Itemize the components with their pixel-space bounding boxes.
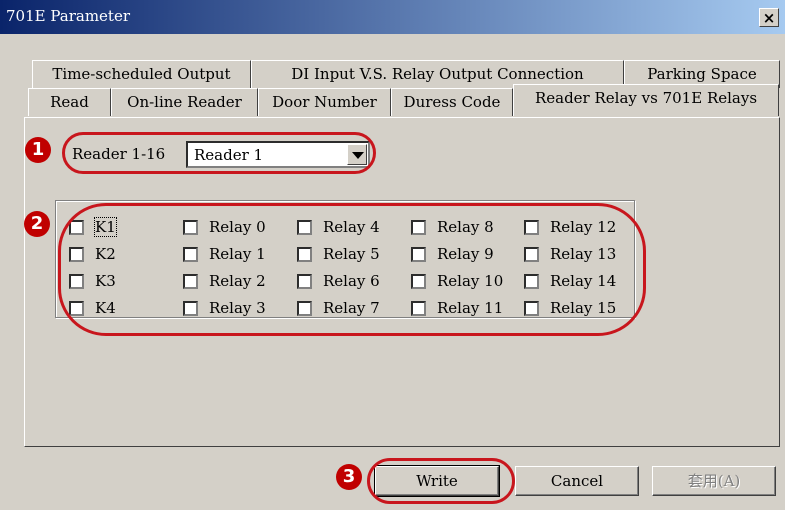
checkbox-k4[interactable]: K4 — [69, 299, 116, 317]
close-button[interactable]: × — [759, 8, 779, 27]
tab-reader-relay-vs-701e-relays[interactable]: Reader Relay vs 701E Relays — [513, 84, 779, 116]
checkbox-k1[interactable]: K1 — [69, 217, 117, 237]
marker-2: 2 — [24, 211, 50, 237]
checkbox-box[interactable] — [183, 300, 198, 316]
chevron-down-icon[interactable] — [347, 144, 367, 165]
checkbox-label: Relay 10 — [437, 272, 504, 290]
checkbox-box[interactable] — [411, 300, 426, 316]
checkbox-label: Relay 12 — [550, 218, 617, 236]
reader-selected-value: Reader 1 — [194, 146, 264, 164]
checkbox-label: Relay 0 — [209, 218, 266, 236]
checkbox-label: Relay 14 — [550, 272, 617, 290]
checkbox-box[interactable] — [411, 273, 426, 289]
checkbox-label: K1 — [94, 217, 117, 237]
checkbox-label: K3 — [95, 272, 116, 290]
tab-door-number[interactable]: Door Number — [258, 88, 391, 116]
checkbox-label: Relay 1 — [209, 245, 266, 263]
checkbox-box[interactable] — [297, 246, 312, 262]
marker-3: 3 — [336, 464, 362, 490]
tab-label: Parking Space — [647, 65, 757, 83]
checkbox-box[interactable] — [524, 300, 539, 316]
checkbox-k3[interactable]: K3 — [69, 272, 116, 290]
checkbox-relay-2[interactable]: Relay 2 — [183, 272, 266, 290]
checkbox-relay-11[interactable]: Relay 11 — [411, 299, 503, 317]
checkbox-box[interactable] — [69, 273, 84, 289]
checkbox-relay-6[interactable]: Relay 6 — [297, 272, 380, 290]
tab-read[interactable]: Read — [28, 88, 111, 116]
reader-select[interactable]: Reader 1 — [186, 141, 370, 168]
checkbox-box[interactable] — [297, 300, 312, 316]
checkbox-box[interactable] — [411, 246, 426, 262]
checkbox-relay-5[interactable]: Relay 5 — [297, 245, 380, 263]
checkbox-relay-9[interactable]: Relay 9 — [411, 245, 494, 263]
checkbox-k2[interactable]: K2 — [69, 245, 116, 263]
checkbox-relay-13[interactable]: Relay 13 — [524, 245, 616, 263]
tab-label: Time-scheduled Output — [52, 65, 231, 83]
window-title: 701E Parameter — [6, 7, 130, 25]
checkbox-box[interactable] — [69, 246, 84, 262]
checkbox-relay-12[interactable]: Relay 12 — [524, 218, 616, 236]
tab-label: Read — [50, 93, 89, 111]
checkbox-label: Relay 11 — [437, 299, 504, 317]
checkbox-box[interactable] — [297, 219, 312, 235]
checkbox-label: Relay 2 — [209, 272, 266, 290]
checkbox-relay-10[interactable]: Relay 10 — [411, 272, 503, 290]
checkbox-relay-7[interactable]: Relay 7 — [297, 299, 380, 317]
checkbox-relay-14[interactable]: Relay 14 — [524, 272, 616, 290]
checkbox-label: Relay 15 — [550, 299, 617, 317]
checkbox-box[interactable] — [297, 273, 312, 289]
checkbox-box[interactable] — [69, 300, 84, 316]
checkbox-label: Relay 9 — [437, 245, 494, 263]
cancel-button[interactable]: Cancel — [515, 466, 639, 496]
checkbox-label: Relay 8 — [437, 218, 494, 236]
marker-1: 1 — [25, 137, 51, 163]
checkbox-relay-4[interactable]: Relay 4 — [297, 218, 380, 236]
checkbox-box[interactable] — [183, 219, 198, 235]
tab-label: DI Input V.S. Relay Output Connection — [291, 65, 584, 83]
checkbox-relay-15[interactable]: Relay 15 — [524, 299, 616, 317]
checkbox-label: Relay 13 — [550, 245, 617, 263]
tab-duress-code[interactable]: Duress Code — [391, 88, 513, 116]
tab-online-reader[interactable]: On-line Reader — [111, 88, 258, 116]
checkbox-label: Relay 7 — [323, 299, 380, 317]
tab-label: Duress Code — [403, 93, 501, 111]
tab-time-scheduled-output[interactable]: Time-scheduled Output — [32, 60, 251, 88]
checkbox-label: K2 — [95, 245, 116, 263]
checkbox-label: Relay 6 — [323, 272, 380, 290]
checkbox-box[interactable] — [183, 246, 198, 262]
checkbox-label: Relay 3 — [209, 299, 266, 317]
checkbox-box[interactable] — [524, 219, 539, 235]
checkbox-relay-1[interactable]: Relay 1 — [183, 245, 266, 263]
close-icon: × — [762, 9, 776, 27]
apply-button: 套用(A) — [652, 466, 776, 496]
checkbox-label: Relay 4 — [323, 218, 380, 236]
checkbox-box[interactable] — [524, 246, 539, 262]
checkbox-relay-0[interactable]: Relay 0 — [183, 218, 266, 236]
reader-label: Reader 1-16 — [72, 145, 166, 163]
checkbox-box[interactable] — [69, 219, 84, 235]
tab-label: Door Number — [272, 93, 377, 111]
checkbox-relay-8[interactable]: Relay 8 — [411, 218, 494, 236]
checkbox-box[interactable] — [183, 273, 198, 289]
checkbox-label: Relay 5 — [323, 245, 380, 263]
checkbox-label: K4 — [95, 299, 116, 317]
checkbox-box[interactable] — [411, 219, 426, 235]
checkbox-relay-3[interactable]: Relay 3 — [183, 299, 266, 317]
checkbox-box[interactable] — [524, 273, 539, 289]
write-button[interactable]: Write — [374, 465, 500, 497]
tab-label: Reader Relay vs 701E Relays — [534, 89, 758, 107]
tab-label: On-line Reader — [127, 93, 242, 111]
